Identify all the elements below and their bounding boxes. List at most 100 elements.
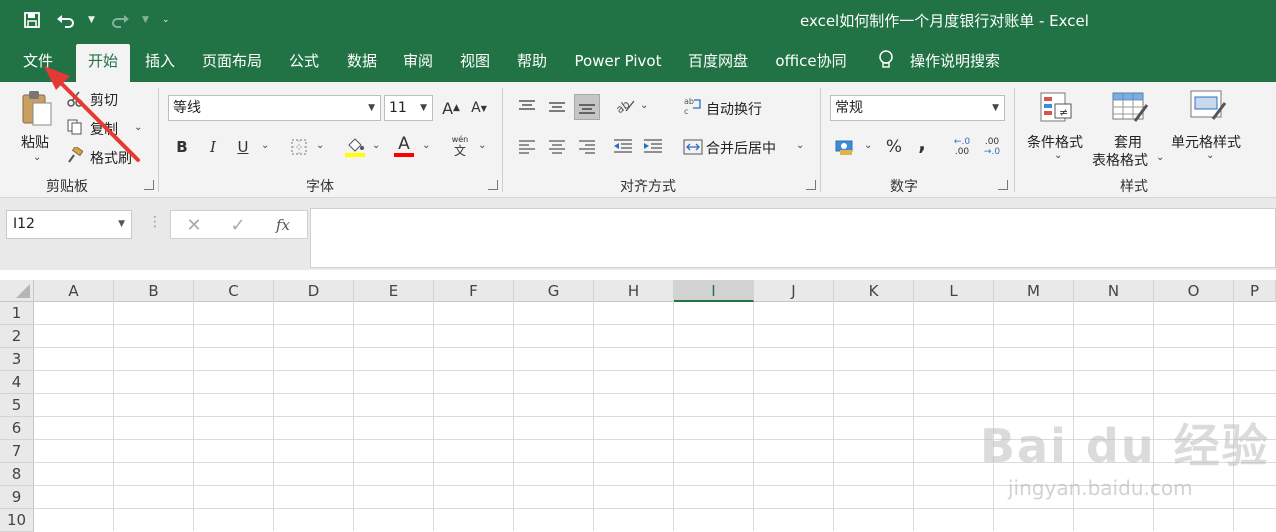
accounting-dropdown-icon[interactable]: ⌄: [864, 140, 872, 151]
row-header-6[interactable]: 6: [0, 417, 34, 440]
paste-icon[interactable]: [20, 88, 54, 128]
format-painter-button[interactable]: 格式刷: [90, 148, 132, 168]
column-header-d[interactable]: D: [274, 280, 354, 302]
borders-icon[interactable]: [288, 136, 310, 158]
fill-color-dropdown-icon[interactable]: ⌄: [372, 140, 380, 151]
formula-bar-grip-icon[interactable]: ⋮: [148, 214, 162, 230]
tell-me-search[interactable]: 操作说明搜索: [906, 50, 1004, 82]
phonetic-dropdown-icon[interactable]: ⌄: [478, 140, 486, 151]
tab-file[interactable]: 文件: [14, 50, 62, 82]
column-header-p[interactable]: P: [1234, 280, 1276, 302]
merge-center-icon[interactable]: [682, 136, 704, 158]
customize-qat-icon[interactable]: ⌄: [162, 15, 172, 25]
row-header-7[interactable]: 7: [0, 440, 34, 463]
conditional-formatting-icon[interactable]: ≠: [1038, 90, 1076, 126]
tab-office-collab[interactable]: office协同: [770, 50, 852, 82]
wrap-text-button[interactable]: 自动换行: [706, 99, 762, 119]
alignment-launcher-icon[interactable]: [806, 180, 816, 190]
tab-home[interactable]: 开始: [76, 44, 130, 82]
tab-page-layout[interactable]: 页面布局: [196, 50, 268, 82]
number-format-select[interactable]: 常规 ▼: [830, 95, 1005, 121]
row-header-9[interactable]: 9: [0, 486, 34, 509]
grow-font-icon[interactable]: A ▲: [442, 96, 460, 120]
tab-data[interactable]: 数据: [340, 50, 384, 82]
row-header-3[interactable]: 3: [0, 348, 34, 371]
redo-dropdown-icon[interactable]: ▼: [142, 15, 152, 25]
scissors-icon[interactable]: [66, 90, 84, 108]
column-header-n[interactable]: N: [1074, 280, 1154, 302]
tab-view[interactable]: 视图: [453, 50, 497, 82]
conditional-formatting-button[interactable]: 条件格式: [1027, 132, 1083, 152]
tab-review[interactable]: 审阅: [396, 50, 440, 82]
shrink-font-icon[interactable]: A ▼: [470, 96, 488, 120]
wrap-text-icon[interactable]: ab c: [682, 94, 704, 118]
column-header-m[interactable]: M: [994, 280, 1074, 302]
lightbulb-icon[interactable]: [876, 50, 896, 82]
column-header-e[interactable]: E: [354, 280, 434, 302]
align-bottom-icon[interactable]: [574, 94, 600, 120]
select-all-corner[interactable]: [0, 280, 34, 302]
column-header-c[interactable]: C: [194, 280, 274, 302]
bold-button[interactable]: B: [172, 136, 192, 158]
cut-button[interactable]: 剪切: [90, 90, 118, 110]
undo-dropdown-icon[interactable]: ▼: [88, 15, 98, 25]
undo-icon[interactable]: [54, 8, 78, 32]
insert-function-button[interactable]: fx: [271, 213, 295, 237]
column-header-i[interactable]: I: [674, 280, 754, 302]
tab-insert[interactable]: 插入: [138, 50, 182, 82]
redo-icon[interactable]: [108, 8, 132, 32]
underline-button[interactable]: U: [233, 136, 253, 158]
row-header-4[interactable]: 4: [0, 371, 34, 394]
name-box[interactable]: I12 ▼: [6, 210, 132, 239]
italic-button[interactable]: I: [203, 136, 223, 158]
cancel-icon[interactable]: ✕: [183, 213, 205, 237]
borders-dropdown-icon[interactable]: ⌄: [316, 140, 324, 151]
decrease-decimal-icon[interactable]: .00 →.0: [980, 136, 1004, 158]
row-header-1[interactable]: 1: [0, 302, 34, 325]
font-launcher-icon[interactable]: [488, 180, 498, 190]
column-header-g[interactable]: G: [514, 280, 594, 302]
decrease-indent-icon[interactable]: [612, 136, 634, 158]
font-color-dropdown-icon[interactable]: ⌄: [422, 140, 430, 151]
column-header-j[interactable]: J: [754, 280, 834, 302]
column-header-a[interactable]: A: [34, 280, 114, 302]
column-header-o[interactable]: O: [1154, 280, 1234, 302]
align-middle-icon[interactable]: [546, 96, 568, 118]
save-icon[interactable]: [20, 8, 44, 32]
column-header-h[interactable]: H: [594, 280, 674, 302]
row-header-8[interactable]: 8: [0, 463, 34, 486]
underline-dropdown-icon[interactable]: ⌄: [261, 140, 269, 151]
increase-decimal-icon[interactable]: ←.0.00: [950, 136, 974, 158]
paste-button[interactable]: 粘贴: [21, 132, 49, 152]
fill-color-icon[interactable]: [343, 134, 367, 160]
number-launcher-icon[interactable]: [998, 180, 1008, 190]
format-as-table-line1[interactable]: 套用: [1114, 132, 1142, 152]
row-header-5[interactable]: 5: [0, 394, 34, 417]
conditional-dropdown-icon[interactable]: ⌄: [1054, 150, 1062, 161]
font-color-icon[interactable]: A: [392, 132, 416, 160]
paste-dropdown-icon[interactable]: ⌄: [33, 152, 41, 163]
increase-indent-icon[interactable]: [642, 136, 664, 158]
enter-icon[interactable]: ✓: [227, 213, 249, 237]
align-right-icon[interactable]: [576, 136, 598, 158]
tab-baidu-netdisk[interactable]: 百度网盘: [682, 50, 754, 82]
tab-help[interactable]: 帮助: [510, 50, 554, 82]
cell-styles-icon[interactable]: [1188, 88, 1228, 124]
percent-style-button[interactable]: %: [884, 136, 904, 158]
format-as-table-button[interactable]: 表格格式: [1092, 150, 1148, 170]
orientation-dropdown-icon[interactable]: ⌄: [640, 100, 648, 111]
column-header-k[interactable]: K: [834, 280, 914, 302]
align-top-icon[interactable]: [516, 96, 538, 118]
align-center-icon[interactable]: [546, 136, 568, 158]
align-left-icon[interactable]: [516, 136, 538, 158]
cell-styles-button[interactable]: 单元格样式: [1171, 132, 1241, 152]
format-as-table-icon[interactable]: [1110, 90, 1150, 126]
phonetic-guide-icon[interactable]: wén 文: [448, 132, 472, 160]
comma-style-button[interactable]: ,: [914, 131, 930, 155]
font-name-select[interactable]: 等线 ▼: [168, 95, 381, 121]
merge-center-button[interactable]: 合并后居中: [706, 138, 776, 158]
format-painter-icon[interactable]: [66, 146, 84, 164]
accounting-format-icon[interactable]: [834, 136, 858, 158]
merge-dropdown-icon[interactable]: ⌄: [796, 140, 804, 151]
copy-icon[interactable]: [66, 118, 84, 136]
